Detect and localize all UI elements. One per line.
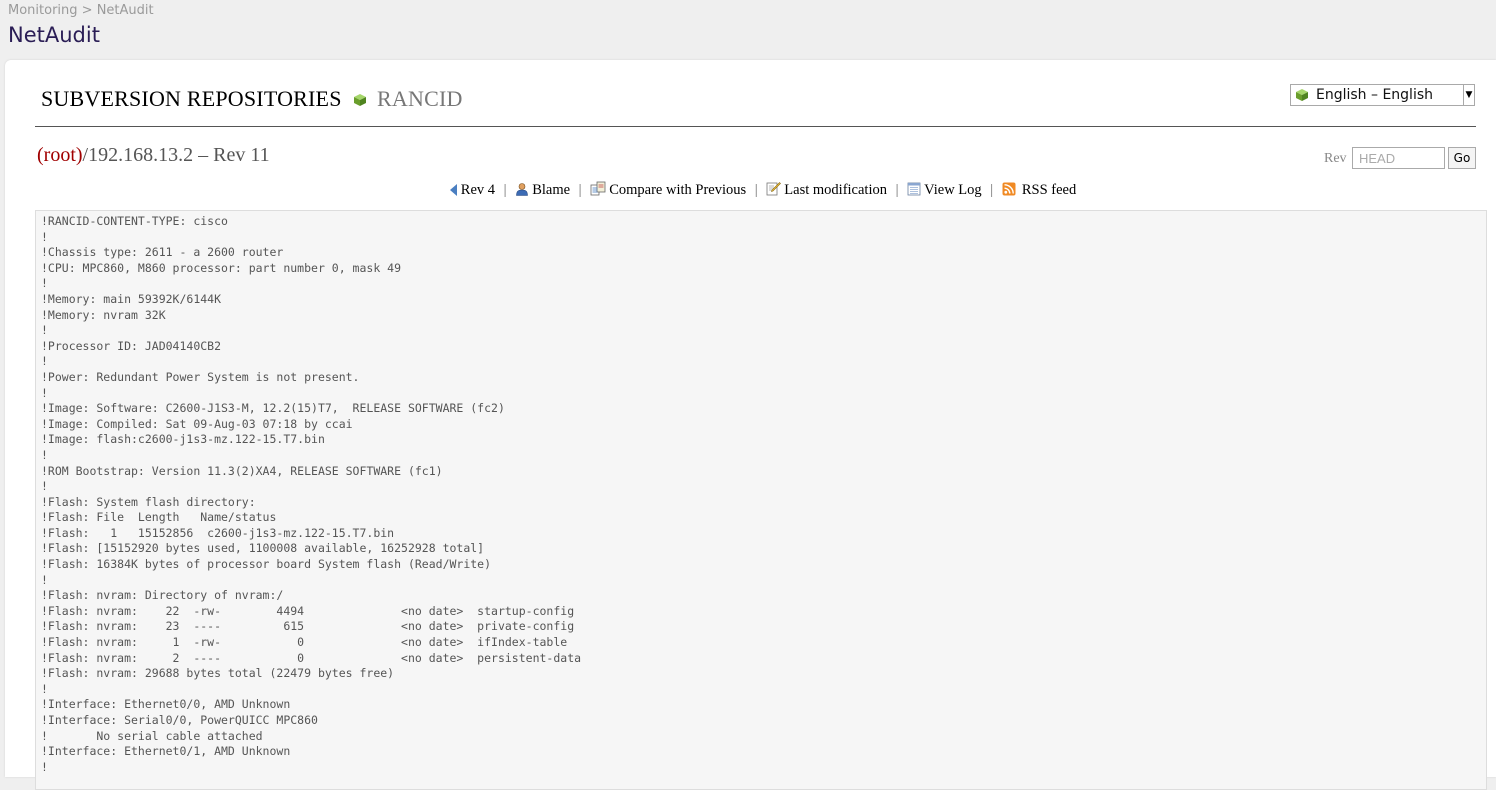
breadcrumb: Monitoring > NetAudit	[8, 3, 154, 18]
rev-input[interactable]	[1352, 147, 1445, 169]
green-cube-icon	[354, 94, 367, 106]
rss-feed-link[interactable]: RSS feed	[1002, 182, 1076, 199]
blame-link[interactable]: Blame	[515, 182, 570, 199]
top-bar: Monitoring > NetAudit NetAudit	[0, 0, 1496, 62]
prev-rev-link[interactable]: Rev 4	[449, 182, 496, 199]
blame-label: Blame	[532, 182, 571, 198]
prev-rev-label: Rev 4	[460, 182, 496, 198]
go-button[interactable]: Go	[1448, 147, 1476, 169]
separator: |	[754, 182, 758, 198]
compare-icon	[590, 181, 606, 196]
rss-feed-label: RSS feed	[1021, 182, 1077, 198]
breadcrumb-current[interactable]: NetAudit	[97, 3, 154, 18]
repository-name[interactable]: RANCID	[377, 86, 463, 111]
view-log-label: View Log	[924, 182, 982, 198]
edit-icon	[766, 182, 782, 196]
path-rest: /192.168.13.2 – Rev 11	[82, 144, 270, 166]
root-link[interactable]: (root)	[37, 144, 83, 166]
compare-label: Compare with Previous	[609, 182, 747, 198]
language-select[interactable]: English – English ▼	[1290, 84, 1475, 106]
breadcrumb-parent[interactable]: Monitoring	[8, 3, 78, 18]
file-path: (root)/192.168.13.2 – Rev 11	[37, 144, 270, 167]
dropdown-arrow-icon[interactable]: ▼	[1463, 85, 1474, 105]
separator: |	[895, 182, 899, 198]
separator: |	[503, 182, 507, 198]
file-content: !RANCID-CONTENT-TYPE: cisco ! !Chassis t…	[41, 214, 582, 774]
breadcrumb-separator: >	[77, 3, 97, 18]
action-bar: Rev 4 | Blame | Compare with Previous | …	[0, 181, 1496, 199]
log-icon	[907, 182, 921, 196]
compare-link[interactable]: Compare with Previous	[590, 181, 746, 199]
rev-label: Rev	[1324, 151, 1347, 166]
repository-heading: SUBVERSION REPOSITORIES	[41, 86, 342, 111]
repository-header: SUBVERSION REPOSITORIES RANCID	[35, 86, 1476, 127]
page-title: NetAudit	[8, 23, 100, 47]
language-select-value: English – English	[1316, 87, 1434, 103]
user-icon	[516, 183, 528, 196]
view-log-link[interactable]: View Log	[907, 182, 982, 199]
green-cube-icon	[1296, 89, 1308, 101]
repository-title: SUBVERSION REPOSITORIES RANCID	[41, 86, 463, 112]
left-arrow-icon	[449, 184, 457, 196]
separator: |	[990, 182, 994, 198]
separator: |	[578, 182, 582, 198]
last-modification-link[interactable]: Last modification	[766, 181, 887, 199]
last-modification-label: Last modification	[784, 182, 887, 198]
file-content-viewer: !RANCID-CONTENT-TYPE: cisco ! !Chassis t…	[35, 210, 1487, 790]
rss-icon	[1002, 182, 1016, 196]
